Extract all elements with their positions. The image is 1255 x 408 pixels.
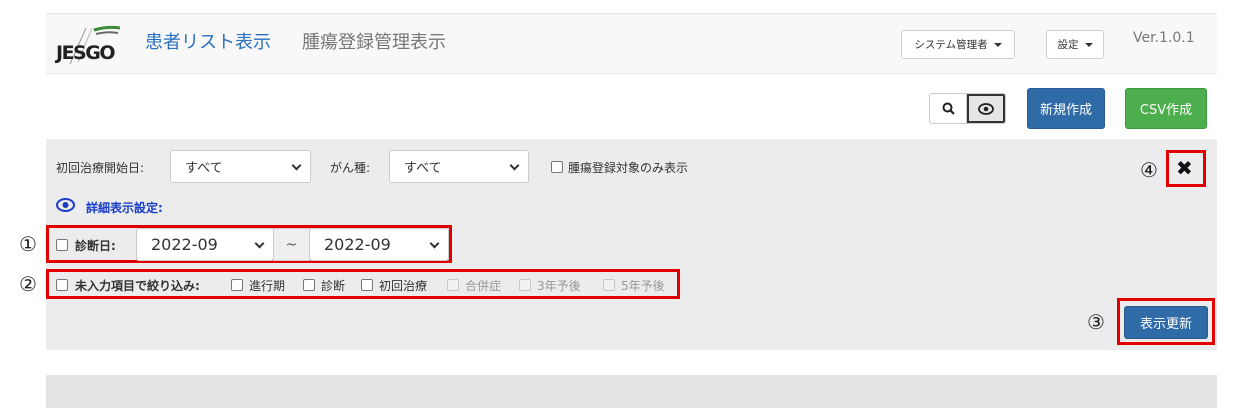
- cancer-type-value: すべて: [404, 161, 442, 176]
- diagnosis-to-select[interactable]: 2022-09: [309, 228, 449, 261]
- jesgo-logo[interactable]: JESGO: [56, 24, 122, 66]
- settings-menu-dropdown[interactable]: 設定: [1046, 30, 1104, 59]
- annotation-1: ①: [19, 232, 37, 256]
- refresh-view-button[interactable]: 表示更新: [1124, 306, 1208, 339]
- cancer-type-select[interactable]: すべて: [389, 150, 529, 183]
- diagnosis-label: 診断: [321, 279, 346, 293]
- nav-patient-list[interactable]: 患者リスト表示: [145, 28, 271, 54]
- tumor-only-checkbox[interactable]: [551, 161, 563, 173]
- first-treatment-checkbox[interactable]: [361, 279, 373, 291]
- diagnosis-checkbox[interactable]: [303, 279, 315, 291]
- new-patient-button[interactable]: 新規作成: [1027, 88, 1105, 129]
- prognosis-5yr-label: 5年予後: [621, 279, 665, 293]
- incomplete-filter-checkbox[interactable]: [56, 279, 68, 291]
- first-treatment-value: すべて: [185, 161, 223, 176]
- tumor-only-label: 腫瘍登録対象のみ表示: [568, 161, 689, 175]
- eye-icon: [978, 102, 994, 115]
- first-treatment-option-label: 初回治療: [379, 279, 428, 293]
- csv-export-button[interactable]: CSV作成: [1125, 88, 1207, 129]
- range-separator: ~: [273, 228, 310, 261]
- caret-down-icon: [993, 42, 1002, 47]
- complication-label: 合併症: [465, 279, 502, 293]
- progress-stage-checkbox[interactable]: [231, 279, 243, 291]
- settings-menu-label: 設定: [1057, 39, 1079, 51]
- incomplete-filter-label: 未入力項目で絞り込み:: [75, 279, 200, 293]
- prognosis-3yr-label: 3年予後: [537, 279, 581, 293]
- close-icon[interactable]: ✖: [1176, 156, 1193, 180]
- prognosis-3yr-checkbox: [519, 279, 531, 291]
- cancer-type-label: がん種:: [330, 161, 371, 175]
- first-treatment-select[interactable]: すべて: [170, 150, 311, 183]
- search-toggle-button[interactable]: [929, 93, 967, 124]
- diagnosis-date-checkbox[interactable]: [56, 239, 68, 251]
- detail-view-toggle-button[interactable]: [966, 93, 1006, 124]
- version-label: Ver.1.0.1: [1133, 30, 1195, 46]
- diagnosis-to-value: 2022-09: [324, 235, 391, 254]
- patient-list-header: [46, 375, 1217, 408]
- prognosis-5yr-checkbox: [603, 279, 615, 291]
- diagnosis-date-label: 診断日:: [75, 239, 116, 253]
- annotation-4: ④: [1140, 158, 1158, 182]
- diagnosis-from-select[interactable]: 2022-09: [136, 228, 274, 261]
- first-treatment-label: 初回治療開始日:: [56, 161, 145, 175]
- chevron-down-icon: [291, 160, 302, 171]
- user-menu-dropdown[interactable]: システム管理者: [901, 30, 1015, 59]
- complication-checkbox: [447, 279, 459, 291]
- chevron-down-icon: [509, 160, 520, 171]
- nav-tumor-registry[interactable]: 腫瘍登録管理表示: [302, 28, 446, 54]
- search-icon: [942, 102, 955, 115]
- chevron-down-icon: [429, 238, 440, 249]
- progress-stage-label: 進行期: [249, 279, 286, 293]
- annotation-2: ②: [19, 272, 37, 296]
- user-menu-label: システム管理者: [914, 39, 988, 51]
- eye-icon: [56, 198, 75, 212]
- annotation-3: ③: [1087, 310, 1105, 334]
- caret-down-icon: [1084, 42, 1093, 47]
- chevron-down-icon: [254, 238, 265, 249]
- detail-settings-link[interactable]: 詳細表示設定:: [86, 199, 163, 216]
- logo-text: JESGO: [56, 42, 115, 64]
- navbar: JESGO 患者リスト表示 腫瘍登録管理表示 システム管理者 設定 Ver.1.…: [46, 14, 1217, 74]
- diagnosis-from-value: 2022-09: [151, 235, 218, 254]
